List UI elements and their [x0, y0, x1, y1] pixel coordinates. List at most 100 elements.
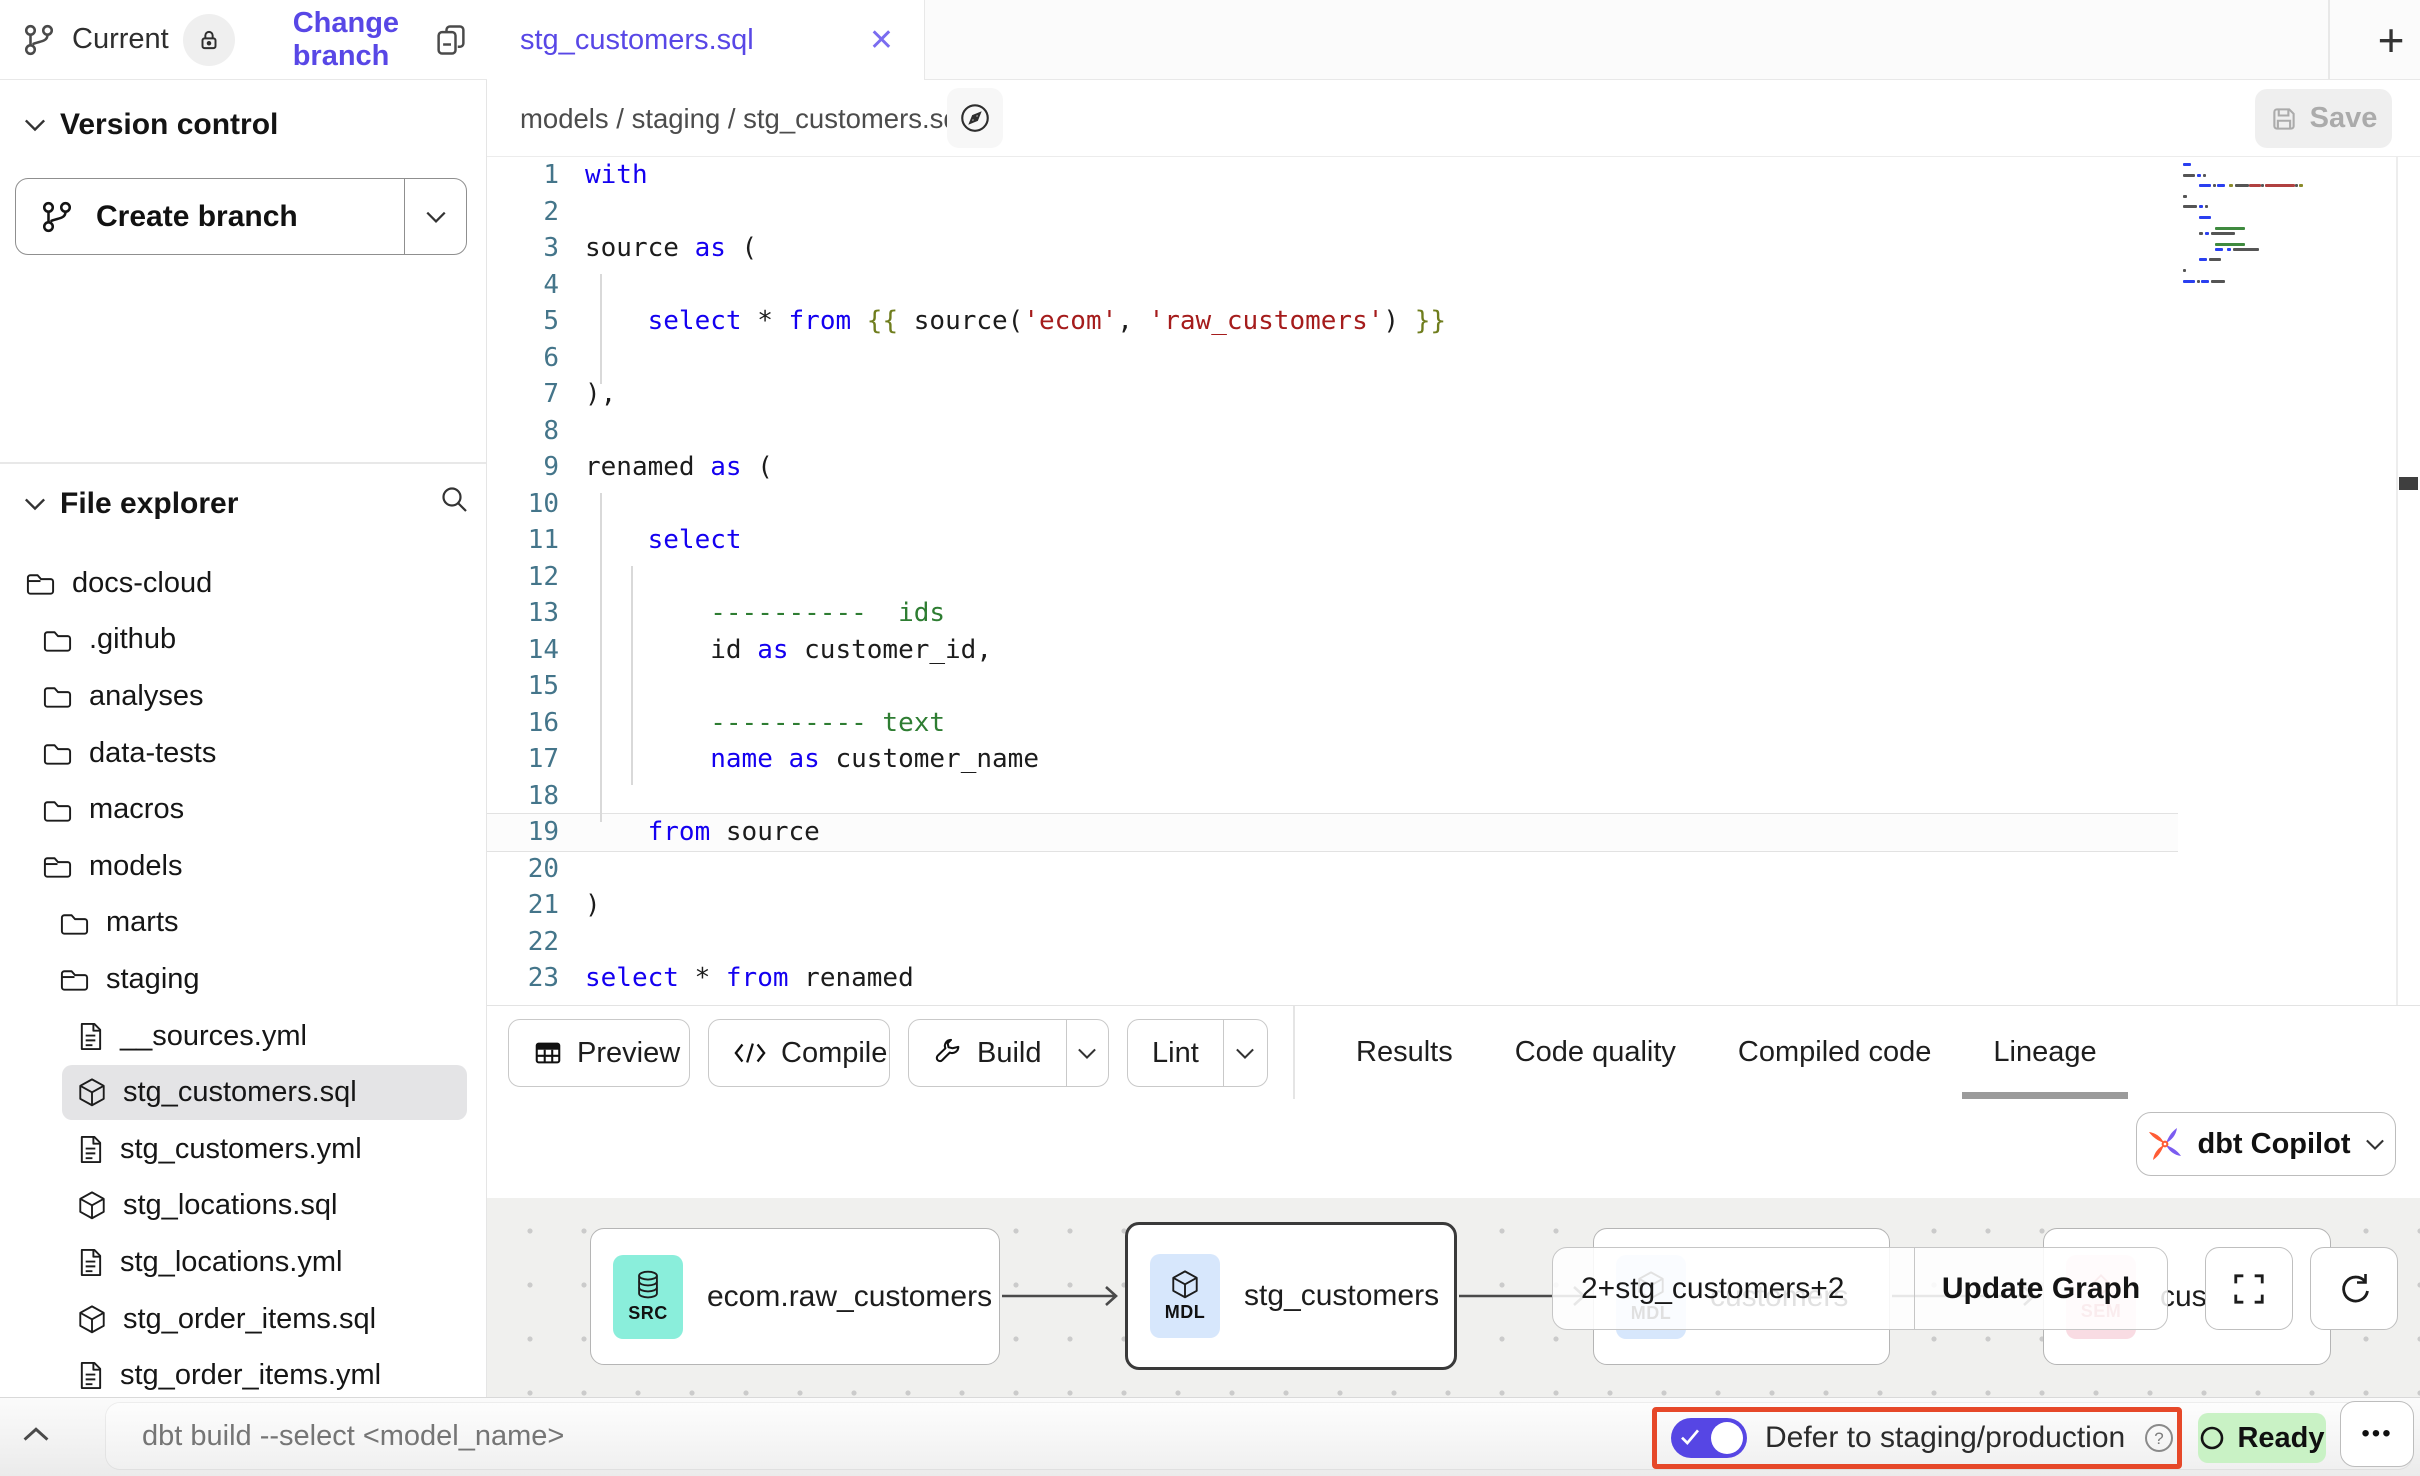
- close-tab-icon[interactable]: ✕: [869, 23, 894, 58]
- code-line-9[interactable]: 9renamed as (: [487, 449, 2420, 486]
- more-options-button[interactable]: •••: [2340, 1401, 2414, 1467]
- tab-stg-customers-sql[interactable]: stg_customers.sql ✕: [487, 0, 925, 80]
- code-line-12[interactable]: 12: [487, 559, 2420, 596]
- defer-toggle[interactable]: [1671, 1418, 1747, 1458]
- file-tree-label: marts: [106, 906, 179, 939]
- model-cube-icon: [77, 1077, 107, 1108]
- code-line-15[interactable]: 15: [487, 668, 2420, 705]
- code-text: with: [585, 157, 648, 194]
- file-tree-item-stg-customers-yml[interactable]: stg_customers.yml: [0, 1121, 486, 1178]
- new-tab-button[interactable]: +: [2345, 0, 2420, 79]
- minimap-line: [2199, 258, 2207, 261]
- dbt-copilot-button[interactable]: dbt Copilot: [2136, 1112, 2396, 1176]
- update-graph-button[interactable]: Update Graph: [1915, 1272, 2167, 1306]
- model-cube-icon: [77, 1304, 107, 1335]
- build-button[interactable]: Build: [908, 1019, 1109, 1087]
- file-tree-item--github[interactable]: .github: [0, 612, 486, 669]
- code-line-18[interactable]: 18: [487, 778, 2420, 815]
- status-circle-icon: [2199, 1425, 2225, 1451]
- code-line-4[interactable]: 4: [487, 267, 2420, 304]
- code-line-5[interactable]: 5 select * from {{ source('ecom', 'raw_c…: [487, 303, 2420, 340]
- tab-compiled-code[interactable]: Compiled code: [1738, 1006, 1931, 1099]
- version-control-header[interactable]: Version control: [0, 108, 486, 142]
- compile-label: Compile: [781, 1037, 887, 1070]
- code-line-7[interactable]: 7),: [487, 376, 2420, 413]
- minimap-line: [2197, 280, 2200, 283]
- tab-title: stg_customers.sql: [520, 24, 869, 57]
- file-tree-item-docs-cloud[interactable]: docs-cloud: [0, 555, 486, 612]
- minimap-line: [2261, 184, 2264, 187]
- lint-button[interactable]: Lint: [1127, 1019, 1268, 1087]
- code-text: select * from {{ source('ecom', 'raw_cus…: [585, 303, 1446, 340]
- copy-icon[interactable]: [433, 22, 469, 58]
- file-tree-item-staging[interactable]: staging: [0, 951, 486, 1008]
- lint-dropdown[interactable]: [1223, 1020, 1267, 1086]
- file-search-icon[interactable]: [438, 483, 470, 515]
- chevron-down-icon: [24, 117, 46, 133]
- tab-results[interactable]: Results: [1356, 1006, 1453, 1099]
- preview-button[interactable]: Preview: [508, 1019, 690, 1087]
- save-button[interactable]: Save: [2255, 89, 2392, 148]
- build-dropdown[interactable]: [1066, 1020, 1109, 1086]
- editor-scrollbar-thumb[interactable]: [2399, 477, 2418, 490]
- code-line-19[interactable]: 19 from source: [487, 814, 2420, 851]
- folder-icon: [59, 965, 90, 993]
- file-tree-item-stg-customers-sql[interactable]: stg_customers.sql: [0, 1064, 486, 1121]
- minimap-line: [2199, 216, 2211, 219]
- tab-code-quality[interactable]: Code quality: [1515, 1006, 1676, 1099]
- minimap-line: [2211, 232, 2235, 235]
- fullscreen-button[interactable]: [2205, 1247, 2293, 1330]
- lineage-node-ecom-raw-customers[interactable]: SRCecom.raw_customers: [590, 1228, 1000, 1365]
- file-tree-item-stg-locations-sql[interactable]: stg_locations.sql: [0, 1178, 486, 1235]
- node-type-badge: MDL: [1150, 1254, 1220, 1338]
- tab-lineage[interactable]: Lineage: [1993, 1006, 2096, 1099]
- code-line-20[interactable]: 20: [487, 851, 2420, 888]
- file-tree-label: .github: [89, 623, 176, 656]
- code-line-14[interactable]: 14 id as customer_id,: [487, 632, 2420, 669]
- jump-to-node-button[interactable]: [947, 88, 1003, 148]
- file-tree-item-stg-order-items-sql[interactable]: stg_order_items.sql: [0, 1291, 486, 1348]
- minimap[interactable]: [2183, 163, 2323, 298]
- code-editor[interactable]: 1with23source as (45 select * from {{ so…: [487, 157, 2420, 1005]
- code-line-1[interactable]: 1with: [487, 157, 2420, 194]
- refresh-button[interactable]: [2310, 1247, 2398, 1330]
- file-tree-item-analyses[interactable]: analyses: [0, 668, 486, 725]
- code-line-23[interactable]: 23select * from renamed: [487, 960, 2420, 997]
- code-text: ---------- text: [585, 705, 945, 742]
- code-line-22[interactable]: 22: [487, 924, 2420, 961]
- lineage-graph[interactable]: SRCecom.raw_customers MDLstg_customersMDL…: [487, 1198, 2420, 1397]
- line-number: 14: [487, 632, 585, 669]
- code-text: source as (: [585, 230, 757, 267]
- file-explorer-header[interactable]: File explorer: [0, 487, 432, 521]
- file-tree-item-models[interactable]: models: [0, 838, 486, 895]
- change-branch-link[interactable]: Change branch: [293, 7, 433, 73]
- create-branch-dropdown[interactable]: [404, 179, 466, 254]
- collapse-panel-icon[interactable]: [20, 1422, 52, 1448]
- code-line-2[interactable]: 2: [487, 194, 2420, 231]
- file-tree-item-stg-locations-yml[interactable]: stg_locations.yml: [0, 1234, 486, 1291]
- code-line-21[interactable]: 21): [487, 887, 2420, 924]
- code-line-3[interactable]: 3source as (: [487, 230, 2420, 267]
- code-line-13[interactable]: 13 ---------- ids: [487, 595, 2420, 632]
- lineage-selector-input[interactable]: 2+stg_customers+2: [1553, 1272, 1914, 1306]
- sidebar: Version control Create branch File explo…: [0, 80, 487, 1397]
- file-tree-item-data-tests[interactable]: data-tests: [0, 725, 486, 782]
- file-tree-item-macros[interactable]: macros: [0, 781, 486, 838]
- help-icon[interactable]: ?: [2143, 1422, 2175, 1454]
- code-line-17[interactable]: 17 name as customer_name: [487, 741, 2420, 778]
- file-tree-item-stg-order-items-yml[interactable]: stg_order_items.yml: [0, 1347, 486, 1397]
- file-tree-item--sources-yml[interactable]: __sources.yml: [0, 1008, 486, 1065]
- compile-button[interactable]: Compile: [708, 1019, 890, 1087]
- code-line-6[interactable]: 6: [487, 340, 2420, 377]
- code-line-8[interactable]: 8: [487, 413, 2420, 450]
- create-branch-button[interactable]: Create branch: [15, 178, 467, 255]
- code-line-11[interactable]: 11 select: [487, 522, 2420, 559]
- line-number: 17: [487, 741, 585, 778]
- code-line-10[interactable]: 10: [487, 486, 2420, 523]
- file-tree-label: stg_locations.sql: [123, 1189, 337, 1222]
- lineage-node-stg-customers[interactable]: MDLstg_customers: [1125, 1222, 1457, 1370]
- svg-text:?: ?: [2155, 1429, 2164, 1448]
- code-line-16[interactable]: 16 ---------- text: [487, 705, 2420, 742]
- file-tree-label: stg_order_items.sql: [123, 1303, 376, 1336]
- file-tree-item-marts[interactable]: marts: [0, 895, 486, 952]
